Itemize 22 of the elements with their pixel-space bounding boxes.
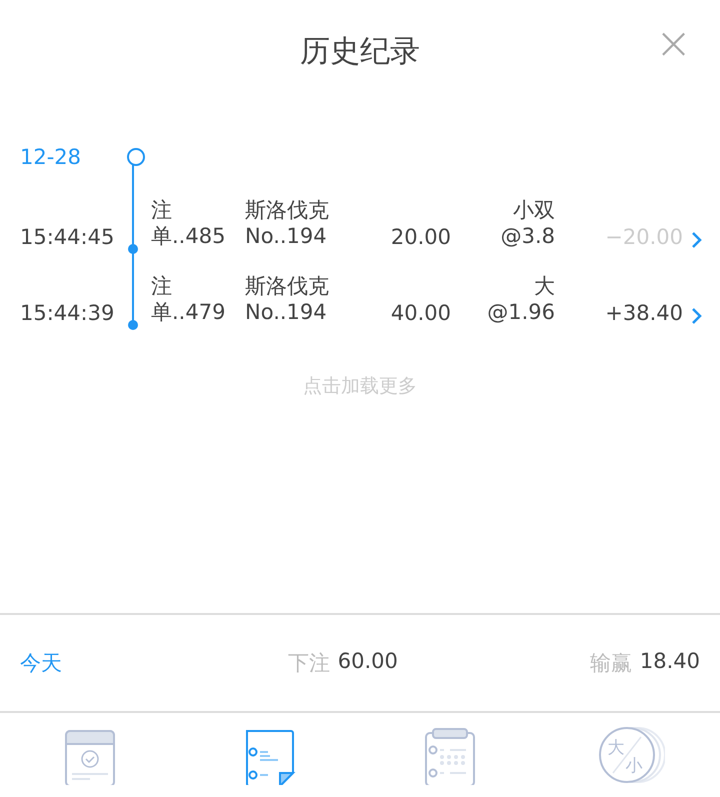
- date-label: 12-28: [19, 145, 82, 169]
- page-title: 历史纪录: [300, 33, 420, 71]
- record-time: 15:44:39: [19, 301, 116, 325]
- tab[interactable]: 大 小: [540, 713, 720, 797]
- order-number: 注 单..485: [151, 197, 226, 249]
- period-selector[interactable]: 今天: [20, 649, 62, 677]
- bet-selection: 小双 @3.8: [500, 197, 555, 249]
- record-time: 15:44:45: [19, 225, 116, 249]
- bet-amount: 40.00: [390, 301, 451, 325]
- profit-label: 输赢: [590, 650, 632, 677]
- close-button[interactable]: ×: [655, 22, 692, 66]
- result-amount: +38.40: [604, 301, 683, 325]
- stake-label: 下注: [288, 650, 330, 677]
- game-name: 斯洛伐克 No..194: [245, 273, 330, 325]
- chevron-icon[interactable]: [691, 307, 703, 325]
- game-name: 斯洛伐克 No..194: [245, 197, 330, 249]
- bet-amount: 20.00: [390, 225, 451, 249]
- profit-value: 18.40: [640, 649, 700, 675]
- chevron-icon[interactable]: [691, 231, 703, 249]
- bet-selection: 大 @1.96: [486, 273, 555, 325]
- stake-value: 60.00: [338, 649, 398, 675]
- order-number: 注 单..479: [151, 273, 226, 325]
